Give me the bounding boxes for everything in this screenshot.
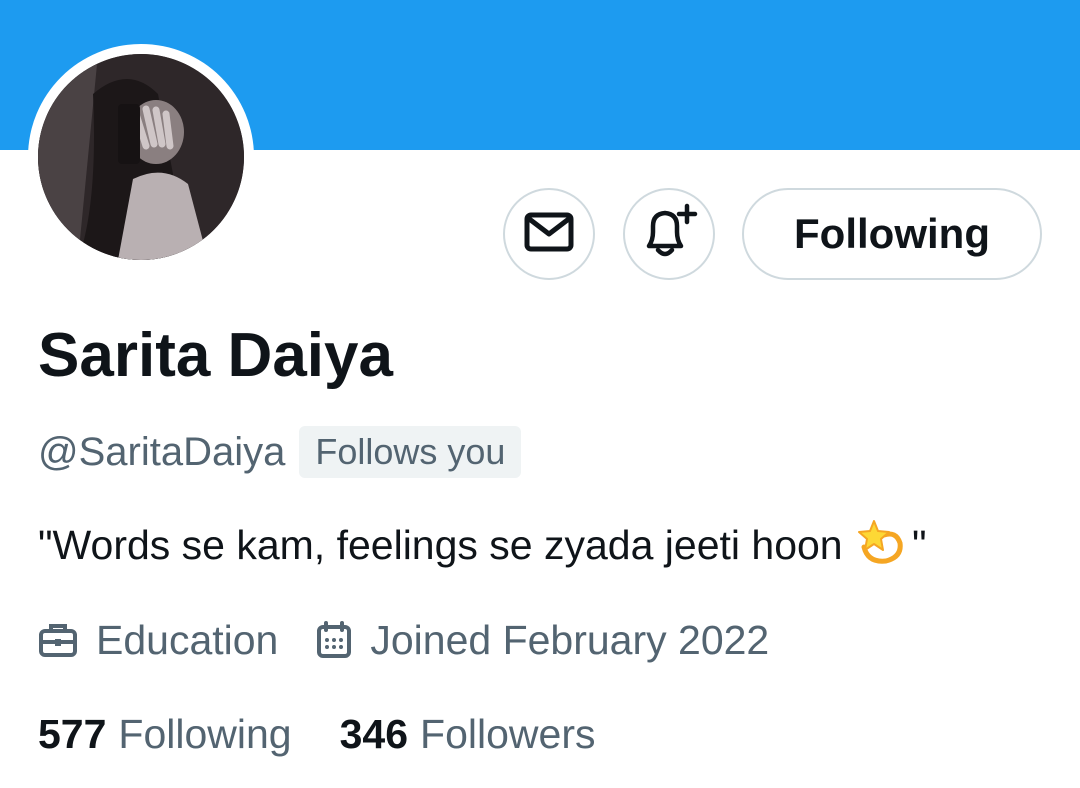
bell-plus-icon [639,202,699,267]
notifications-button[interactable] [623,188,715,280]
bio-closing-quote: " [912,522,927,568]
avatar-photo [38,54,244,260]
envelope-icon [524,212,574,257]
joined-date: Joined February 2022 [370,616,770,663]
follows-you-badge: Follows you [299,426,522,478]
joined-item: Joined February 2022 [316,617,769,664]
briefcase-icon [38,622,78,658]
following-stat-link[interactable]: 577 Following [38,711,292,758]
display-name: Sarita Daiya [38,321,393,390]
followers-stat-link[interactable]: 346 Followers [340,711,596,758]
profile-meta: Education Joined February 2022 [38,612,769,668]
avatar-ring [28,44,254,270]
handle-row: @SaritaDaiya Follows you [38,424,522,480]
followers-count: 346 [339,710,409,757]
dizzy-star-emoji [858,517,908,582]
following-button[interactable]: Following [742,188,1042,280]
calendar-icon [316,621,352,659]
message-button[interactable] [503,188,595,280]
avatar[interactable] [38,54,244,260]
bio: "Words se kam, feelings se zyada jeeti h… [38,516,927,582]
following-count: 577 [38,710,107,757]
followers-label: Followers [420,710,596,757]
username-handle: @SaritaDaiya [38,429,286,474]
bio-text: "Words se kam, feelings se zyada jeeti h… [38,522,843,568]
follow-stats: 577 Following 346 Followers [38,706,595,762]
following-label: Following [118,710,292,757]
category-item: Education [38,617,278,664]
category-label: Education [96,616,279,663]
